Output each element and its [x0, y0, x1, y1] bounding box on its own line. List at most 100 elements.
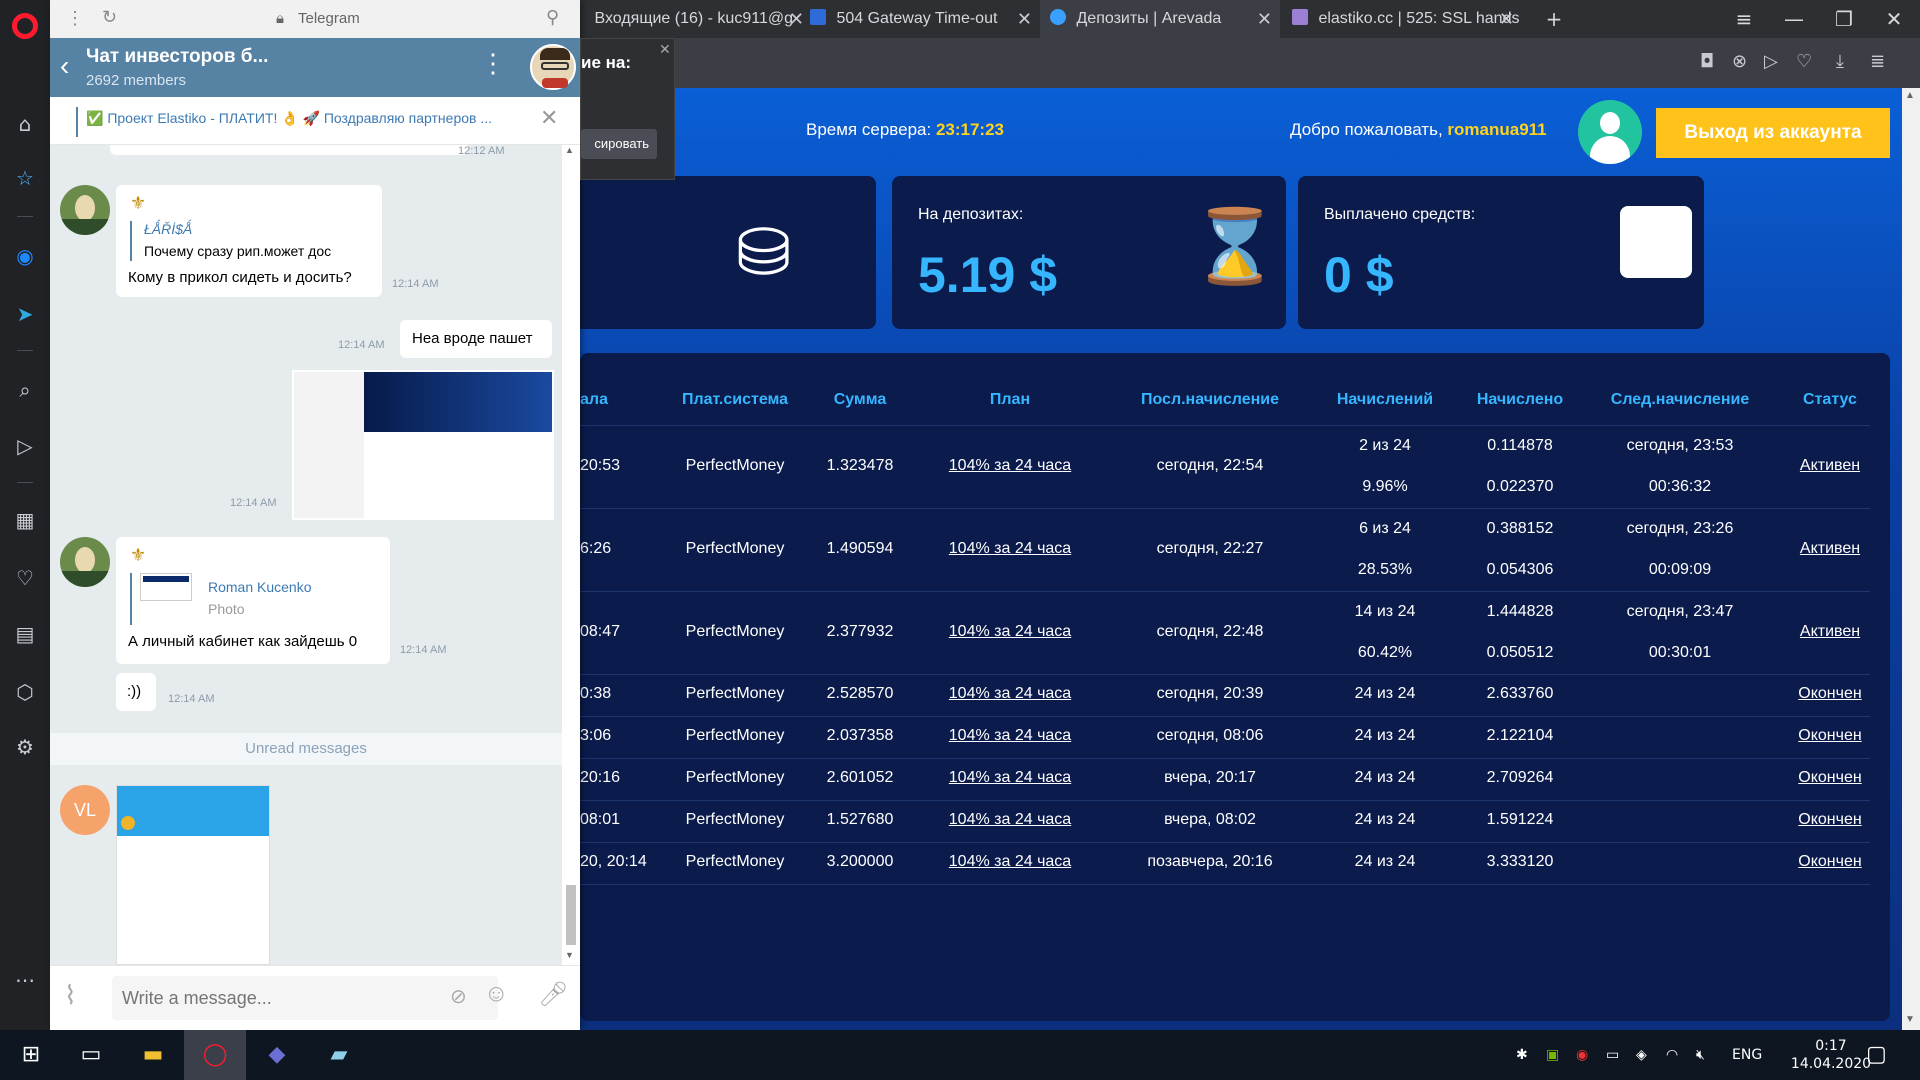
- task-view-icon[interactable]: ▭: [60, 1030, 122, 1080]
- cell-last: сегодня, 22:27: [1156, 539, 1264, 557]
- tray-app-icon[interactable]: ✱: [1516, 1030, 1528, 1080]
- message-input[interactable]: [112, 976, 498, 1020]
- send-icon[interactable]: ▷: [1764, 51, 1778, 72]
- restore-icon[interactable]: ❐: [1820, 0, 1868, 38]
- file-explorer-icon[interactable]: ▬: [122, 1030, 184, 1080]
- home-icon[interactable]: ⌂: [13, 112, 37, 136]
- cell-status[interactable]: Активен: [1780, 623, 1880, 641]
- adblock-icon[interactable]: ⊗: [1732, 51, 1747, 72]
- cell-status[interactable]: Окончен: [1780, 853, 1880, 871]
- new-tab-button[interactable]: +: [1530, 0, 1578, 38]
- opera-taskbar-icon[interactable]: ◯: [184, 1030, 246, 1080]
- cell-status[interactable]: Окончен: [1780, 685, 1880, 703]
- logout-button[interactable]: Выход из аккаунта: [1656, 108, 1890, 158]
- cell-plan[interactable]: 104% за 24 часа: [910, 727, 1110, 745]
- extensions-icon[interactable]: ⬡: [13, 680, 37, 704]
- command-icon[interactable]: ⊘: [450, 984, 467, 1009]
- cell-last: вчера, 20:17: [1164, 769, 1256, 786]
- camera-icon[interactable]: ◘: [1700, 51, 1714, 72]
- shield-icon[interactable]: ◈: [1636, 1030, 1647, 1080]
- close-tab-icon[interactable]: ✕: [1257, 0, 1272, 38]
- scroll-down-icon[interactable]: ▼: [565, 950, 574, 960]
- close-pinned-icon[interactable]: ✕: [540, 105, 558, 131]
- cell-status[interactable]: Окончен: [1780, 769, 1880, 787]
- speed-dial-icon[interactable]: ☆: [13, 166, 37, 190]
- user-avatar[interactable]: VL: [60, 785, 110, 835]
- popup-button[interactable]: сировать: [581, 129, 657, 159]
- tab-gateway-timeout[interactable]: 504 Gateway Time-out ✕: [800, 0, 1040, 38]
- tab-menu-icon[interactable]: ≡: [1720, 0, 1768, 38]
- tab-arevada-deposits[interactable]: Депозиты | Arevada ✕: [1040, 0, 1280, 38]
- cell-status[interactable]: Окончен: [1780, 811, 1880, 829]
- clock[interactable]: 0:17 14.04.2020: [1786, 1030, 1876, 1080]
- cell-date: 3:06: [580, 727, 612, 744]
- cell-date: 6:26: [580, 539, 612, 557]
- more-vert-icon[interactable]: ⋮: [66, 8, 84, 29]
- scroll-down-icon[interactable]: ▼: [1905, 1014, 1915, 1025]
- tab-inbox[interactable]: Входящие (16) - kuc911@g ✕: [580, 0, 812, 38]
- screenshot-image[interactable]: [292, 370, 554, 520]
- telegram-icon[interactable]: ➤: [13, 302, 37, 326]
- volume-muted-icon[interactable]: 🔇︎: [1696, 1030, 1705, 1080]
- cell-pct: 9.96%: [1362, 478, 1408, 495]
- start-windows-icon[interactable]: ⊞: [0, 1030, 62, 1080]
- close-window-icon[interactable]: ✕: [1870, 0, 1918, 38]
- emoji-icon[interactable]: ☺: [484, 980, 509, 1008]
- user-avatar[interactable]: [60, 537, 110, 587]
- cell-plan[interactable]: 104% за 24 часа: [910, 540, 1110, 558]
- reload-icon[interactable]: ↻: [102, 7, 117, 28]
- tab-elastiko[interactable]: elastiko.cc | 525: SSL hands ✕: [1282, 0, 1522, 38]
- grid-icon[interactable]: ▦: [13, 508, 37, 532]
- user-avatar[interactable]: [60, 185, 110, 235]
- attach-icon[interactable]: ⌇: [64, 980, 77, 1011]
- heart-icon[interactable]: ♡: [13, 566, 37, 590]
- close-tab-icon[interactable]: ✕: [1017, 0, 1032, 38]
- cell-plan[interactable]: 104% за 24 часа: [910, 811, 1110, 829]
- pinned-message[interactable]: ✅ Проект Elastiko - ПЛАТИТ! 👌 🚀 Поздравл…: [50, 97, 580, 145]
- cell-status[interactable]: Активен: [1780, 540, 1880, 558]
- popup-close-icon[interactable]: ✕: [659, 41, 671, 58]
- send-icon[interactable]: ▷: [13, 434, 37, 458]
- chat-scrollbar[interactable]: ▲ ▼: [562, 145, 580, 965]
- opera-gx-tray-icon[interactable]: ◉: [1576, 1030, 1588, 1080]
- notifications-icon[interactable]: ▢: [1866, 1030, 1887, 1080]
- chat-title[interactable]: Чат инвесторов б...: [86, 46, 268, 68]
- group-avatar[interactable]: [530, 44, 576, 90]
- cell-plan[interactable]: 104% за 24 часа: [910, 623, 1110, 641]
- cell-last: сегодня, 08:06: [1156, 727, 1264, 744]
- scroll-thumb[interactable]: [566, 885, 576, 945]
- cell-system: PerfectMoney: [685, 539, 785, 557]
- more-icon[interactable]: ⋯: [13, 968, 37, 992]
- nvidia-icon[interactable]: ▣: [1546, 1030, 1559, 1080]
- back-arrow-icon[interactable]: ‹: [60, 50, 69, 82]
- language-indicator[interactable]: ENG: [1732, 1030, 1762, 1080]
- page-scrollbar[interactable]: ▲ ▼: [1902, 88, 1920, 1030]
- search-icon[interactable]: ⌕: [13, 378, 37, 402]
- settings-gear-icon[interactable]: ⚙: [13, 735, 37, 759]
- news-icon[interactable]: ▤: [13, 622, 37, 646]
- cell-plan[interactable]: 104% за 24 часа: [910, 457, 1110, 475]
- cell-status[interactable]: Окончен: [1780, 727, 1880, 745]
- scroll-up-icon[interactable]: ▲: [565, 145, 574, 155]
- easy-setup-icon[interactable]: ≣: [1870, 51, 1885, 72]
- wifi-icon[interactable]: ◠: [1666, 1030, 1678, 1080]
- heart-icon[interactable]: ♡: [1796, 51, 1812, 72]
- teams-icon[interactable]: ◆: [246, 1030, 308, 1080]
- microphone-icon[interactable]: 🎤︎: [538, 980, 568, 1009]
- battery-icon[interactable]: ▭: [1606, 1030, 1619, 1080]
- cell-plan[interactable]: 104% за 24 часа: [910, 769, 1110, 787]
- messenger-icon[interactable]: ◉: [13, 244, 37, 268]
- opera-logo-icon[interactable]: [12, 13, 38, 39]
- user-avatar-icon[interactable]: [1578, 100, 1642, 164]
- pin-icon[interactable]: ⚲: [546, 7, 559, 28]
- notepad-icon[interactable]: ▰: [308, 1030, 370, 1080]
- chat-menu-icon[interactable]: ⋮: [480, 48, 506, 79]
- photo-attachment[interactable]: [116, 785, 270, 965]
- cell-status[interactable]: Активен: [1780, 457, 1880, 475]
- cell-plan[interactable]: 104% за 24 часа: [910, 685, 1110, 703]
- scroll-up-icon[interactable]: ▲: [1905, 90, 1915, 101]
- download-icon[interactable]: ⤓: [1836, 51, 1844, 72]
- minimize-icon[interactable]: —: [1770, 0, 1818, 38]
- close-tab-icon[interactable]: ✕: [1499, 0, 1514, 38]
- cell-plan[interactable]: 104% за 24 часа: [910, 853, 1110, 871]
